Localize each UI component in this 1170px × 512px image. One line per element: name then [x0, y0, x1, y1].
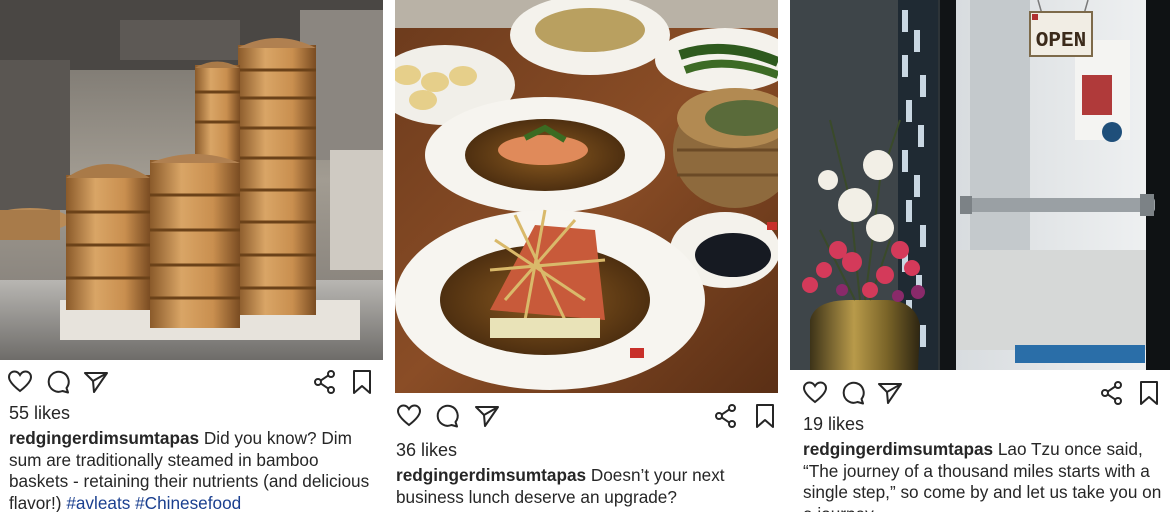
door-open-sign: OPEN: [1036, 30, 1086, 53]
caption-username[interactable]: redgingerdimsumtapas: [803, 439, 993, 459]
comment-icon[interactable]: [44, 368, 72, 396]
post-caption: redgingerdimsumtapas Did you know? Dim s…: [9, 428, 379, 512]
send-icon[interactable]: [82, 368, 110, 396]
post-actions-bar: [790, 379, 1170, 407]
post-caption: redgingerdimsumtapas Doesn’t your next b…: [396, 465, 774, 508]
send-icon[interactable]: [473, 402, 501, 430]
send-icon[interactable]: [876, 379, 904, 407]
caption-username[interactable]: redgingerdimsumtapas: [396, 465, 586, 485]
post-card-3: OPEN 19 likes redgingerdimsumtapas Lao T…: [790, 0, 1170, 512]
bookmark-icon[interactable]: [348, 368, 376, 396]
comment-icon[interactable]: [433, 402, 461, 430]
post-caption: redgingerdimsumtapas Lao Tzu once said, …: [803, 439, 1165, 512]
heart-icon[interactable]: [801, 379, 829, 407]
likes-count[interactable]: 36 likes: [396, 440, 457, 461]
post-photo-plated-dishes[interactable]: [395, 0, 778, 393]
likes-count[interactable]: 55 likes: [9, 403, 70, 424]
post-card-2: 36 likes redgingerdimsumtapas Doesn’t yo…: [395, 0, 778, 512]
likes-count[interactable]: 19 likes: [803, 414, 864, 435]
share-icon[interactable]: [712, 402, 740, 430]
hashtag-link[interactable]: #Chinesefood: [135, 493, 241, 512]
share-icon[interactable]: [311, 368, 339, 396]
heart-icon[interactable]: [6, 368, 34, 396]
post-actions-bar: [0, 368, 383, 396]
hashtag-link[interactable]: #avleats: [66, 493, 130, 512]
caption-username[interactable]: redgingerdimsumtapas: [9, 428, 199, 448]
post-photo-restaurant-entrance[interactable]: OPEN: [790, 0, 1170, 370]
bookmark-icon[interactable]: [1135, 379, 1163, 407]
post-photo-steamer-baskets[interactable]: [0, 0, 383, 360]
share-icon[interactable]: [1098, 379, 1126, 407]
post-actions-bar: [395, 402, 778, 430]
comment-icon[interactable]: [839, 379, 867, 407]
post-card-1: 55 likes redgingerdimsumtapas Did you kn…: [0, 0, 383, 512]
heart-icon[interactable]: [395, 402, 423, 430]
bookmark-icon[interactable]: [751, 402, 778, 430]
